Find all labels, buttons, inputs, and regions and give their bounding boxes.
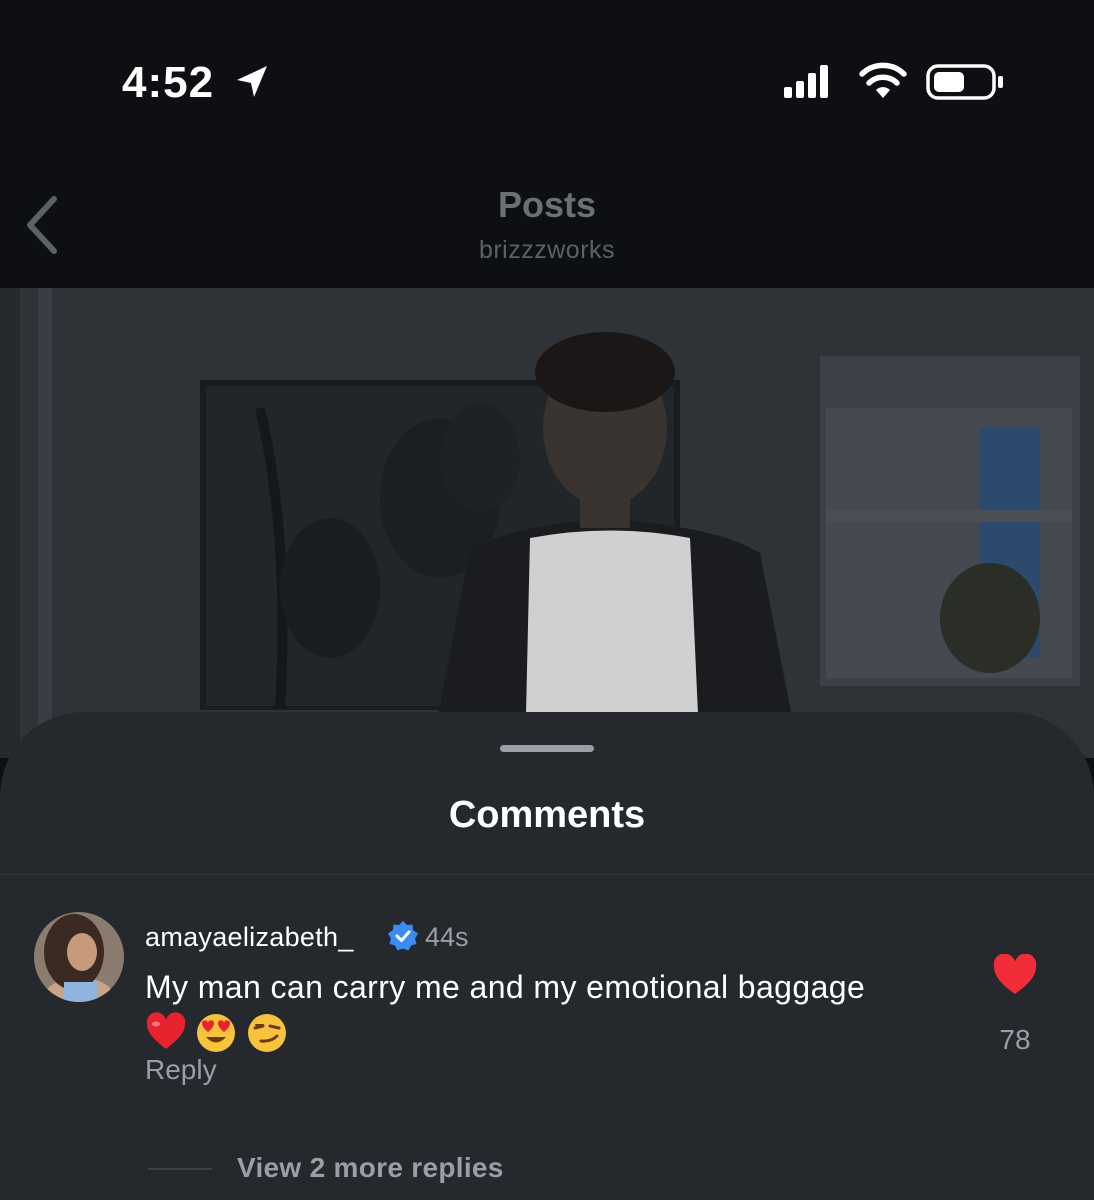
comment-username[interactable]: amayaelizabeth_ [145, 922, 354, 953]
view-more-replies-button[interactable]: View 2 more replies [237, 1152, 504, 1184]
comments-title: Comments [448, 794, 646, 836]
sheet-divider [0, 874, 1094, 875]
page-title: Posts [497, 184, 597, 225]
comments-sheet: Comments amayaelizabeth_ 44s My man can … [0, 712, 1094, 1200]
status-bar: 4:52 [0, 0, 1094, 140]
like-count: 78 [999, 1024, 1031, 1055]
location-arrow-icon [237, 66, 267, 97]
reply-button[interactable]: Reply [145, 1054, 217, 1086]
avatar[interactable] [34, 912, 124, 1002]
smirk-emoji [247, 1014, 286, 1052]
post-photo[interactable] [0, 288, 1094, 758]
wifi-icon [859, 62, 907, 98]
verified-badge-icon [388, 921, 418, 951]
comment-item: amayaelizabeth_ 44s My man can carry me … [0, 902, 1094, 1200]
cellular-signal-icon [784, 65, 828, 98]
battery-icon [926, 64, 1003, 100]
replies-divider [148, 1168, 212, 1170]
comment-emojis [145, 1012, 292, 1054]
comment-text: My man can carry me and my emotional bag… [145, 969, 866, 1005]
heart-eyes-emoji [197, 1014, 236, 1052]
post-image [0, 288, 1094, 758]
avatar-image [34, 912, 124, 1002]
red-heart-emoji [146, 1012, 186, 1049]
comment-timestamp: 44s [425, 922, 469, 952]
heart-icon[interactable] [992, 954, 1038, 996]
status-time: 4:52 [122, 58, 215, 107]
sheet-grabber[interactable] [500, 745, 594, 752]
account-username[interactable]: brizzzworks [0, 236, 1094, 265]
posts-header: Posts brizzzworks [0, 140, 1094, 288]
